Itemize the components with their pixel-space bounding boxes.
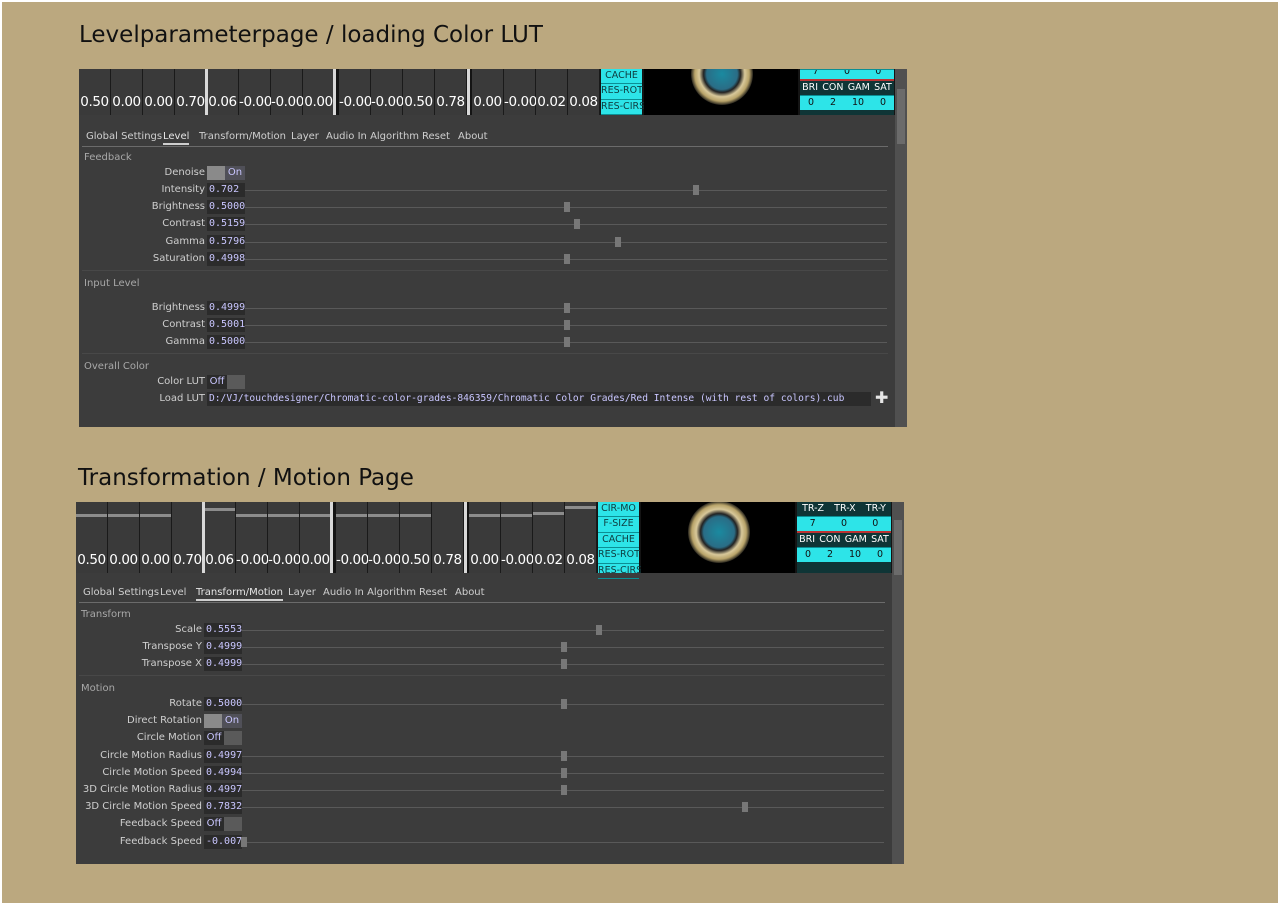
feedback-saturation-field[interactable]: 0.4998: [207, 252, 245, 266]
group-divider: [82, 270, 888, 271]
canvas: Levelparameterpage / loading Color LUT 0…: [2, 2, 1278, 903]
transpose-x-field[interactable]: 0.4999: [204, 657, 242, 671]
input-brightness-field[interactable]: 0.4999: [207, 301, 245, 315]
input-gamma-handle[interactable]: [564, 337, 570, 347]
circle-motion-speed-field[interactable]: 0.4994: [204, 766, 242, 780]
feedback-speed-field[interactable]: -0.007: [204, 835, 242, 849]
intensity-field[interactable]: 0.702: [207, 183, 245, 197]
scrollbar[interactable]: [895, 69, 907, 427]
feedback-speed-label: Feedback Speed: [119, 836, 202, 847]
group-overall-color: Overall Color: [84, 361, 150, 372]
rotate-label: Rotate: [169, 698, 202, 709]
circle-motion-radius-handle[interactable]: [560, 751, 567, 761]
toggle-knob: [224, 731, 242, 745]
group-input-level: Input Level: [84, 278, 140, 289]
feedback-saturation-label: Saturation: [152, 253, 205, 264]
scrollbar-thumb[interactable]: [897, 89, 905, 144]
group-divider: [82, 353, 888, 354]
circle3d-radius-handle[interactable]: [560, 785, 567, 795]
circle-motion-radius-label: Circle Motion Radius: [100, 750, 202, 761]
circle3d-radius-label: 3D Circle Motion Radius: [82, 784, 202, 795]
scale-track[interactable]: [242, 630, 884, 631]
circle-motion-speed-handle[interactable]: [560, 768, 567, 778]
intensity-label: Intensity: [161, 184, 205, 195]
bottom-section-title: Transformation / Motion Page: [78, 465, 414, 491]
feedback-speed-track[interactable]: [242, 842, 884, 843]
denoise-label: Denoise: [164, 167, 205, 178]
transform-panel-body: Transform Scale 0.5553 Transpose Y 0.4999 Tra…: [76, 502, 892, 864]
circle-motion-toggle[interactable]: Off: [204, 731, 242, 745]
toggle-state: Off: [207, 375, 227, 389]
intensity-track[interactable]: [245, 190, 887, 191]
input-gamma-label: Gamma: [165, 336, 206, 347]
feedback-brightness-field[interactable]: 0.5000: [207, 200, 245, 214]
feedback-saturation-handle[interactable]: [563, 254, 570, 264]
color-lut-label: Color LUT: [157, 376, 205, 387]
feedback-speed-toggle-toggle[interactable]: Off: [204, 817, 242, 831]
denoise-toggle[interactable]: On: [207, 166, 245, 180]
feedback-gamma-track[interactable]: [245, 242, 887, 243]
transpose-y-field[interactable]: 0.4999: [204, 640, 242, 654]
circle3d-speed-handle[interactable]: [742, 802, 749, 812]
input-brightness-handle[interactable]: [563, 303, 570, 313]
scale-field[interactable]: 0.5553: [204, 623, 242, 637]
transform-motion-panel: 0.50 0.00 0.00 0.70 0.06 -0.00 -0.00 0.00 -0.00-…: [76, 502, 904, 864]
circle3d-speed-field[interactable]: 0.7832: [204, 800, 242, 814]
group-feedback: Feedback: [84, 152, 132, 163]
circle-motion-radius-field[interactable]: 0.4997: [204, 749, 242, 763]
group-divider: [79, 675, 885, 676]
load-lut-path-field[interactable]: D:/VJ/touchdesigner/Chromatic-color-grad…: [207, 392, 871, 406]
group-transform: Transform: [81, 609, 131, 620]
input-gamma-field[interactable]: 0.5000: [207, 335, 245, 349]
input-contrast-label: Contrast: [162, 319, 205, 330]
direct-rotation-toggle[interactable]: On: [204, 714, 242, 728]
color-lut-toggle[interactable]: Off: [207, 375, 245, 389]
feedback-contrast-field[interactable]: 0.5159: [207, 217, 245, 231]
top-section-title: Levelparameterpage / loading Color LUT: [79, 22, 543, 48]
feedback-speed-handle[interactable]: [241, 837, 247, 847]
intensity-handle[interactable]: [693, 185, 700, 195]
scale-label: Scale: [175, 624, 202, 635]
transpose-y-handle[interactable]: [560, 642, 567, 652]
circle3d-speed-label: 3D Circle Motion Speed: [85, 801, 202, 812]
feedback-brightness-label: Brightness: [151, 201, 205, 212]
toggle-knob: [204, 714, 222, 728]
feedback-brightness-handle[interactable]: [564, 202, 570, 212]
direct-rotation-label: Direct Rotation: [127, 715, 202, 726]
load-lut-label: Load LUT: [159, 393, 205, 404]
toggle-knob: [207, 166, 225, 180]
toggle-knob: [227, 375, 245, 389]
transpose-x-handle[interactable]: [560, 659, 567, 669]
group-motion: Motion: [81, 683, 115, 694]
input-contrast-field[interactable]: 0.5001: [207, 318, 245, 332]
toggle-state: Off: [204, 731, 224, 745]
input-contrast-handle[interactable]: [564, 320, 571, 330]
scrollbar[interactable]: [892, 502, 904, 864]
feedback-gamma-handle[interactable]: [614, 237, 621, 247]
toggle-state: Off: [204, 817, 224, 831]
feedback-contrast-label: Contrast: [162, 218, 205, 229]
feedback-gamma-field[interactable]: 0.5796: [207, 235, 245, 249]
transpose-x-label: Transpose X: [141, 658, 202, 669]
scrollbar-thumb[interactable]: [894, 520, 902, 575]
rotate-field[interactable]: 0.5000: [204, 697, 242, 711]
circle3d-speed-track[interactable]: [242, 807, 884, 808]
feedback-speed-toggle-label: Feedback Speed: [119, 818, 202, 829]
feedback-contrast-track[interactable]: [245, 224, 887, 225]
toggle-knob: [224, 817, 242, 831]
toggle-state: On: [222, 714, 242, 728]
level-parameter-panel: 0.50 0.00 0.00 0.70 0.06 -0.00 -0.00 0.00 -0.00-…: [79, 69, 907, 427]
feedback-gamma-label: Gamma: [165, 236, 206, 247]
toggle-state: On: [225, 166, 245, 180]
circle-motion-speed-label: Circle Motion Speed: [102, 767, 202, 778]
scale-handle[interactable]: [596, 625, 603, 635]
feedback-contrast-handle[interactable]: [574, 219, 581, 229]
circle3d-radius-field[interactable]: 0.4997: [204, 783, 242, 797]
add-file-icon[interactable]: ✚: [875, 390, 888, 406]
circle-motion-label: Circle Motion: [136, 732, 202, 743]
input-brightness-label: Brightness: [151, 302, 205, 313]
rotate-handle[interactable]: [561, 699, 567, 709]
transpose-y-label: Transpose Y: [142, 641, 202, 652]
level-panel-body: Feedback Denoise On Intensity 0.702 Brightnes…: [79, 69, 895, 427]
